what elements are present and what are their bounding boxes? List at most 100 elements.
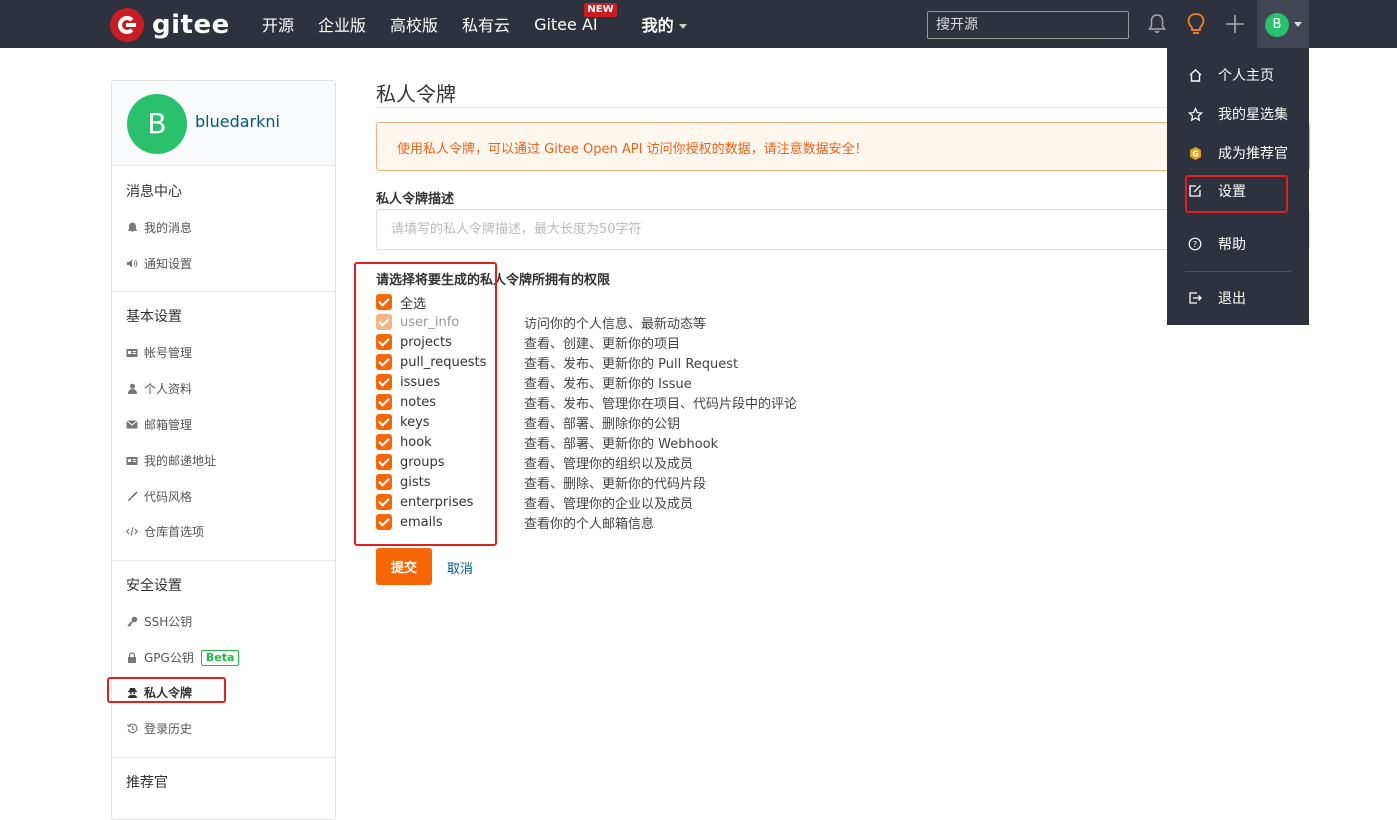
chevron-down-icon	[678, 24, 687, 29]
menu-item-label: 个人主页	[1218, 68, 1274, 84]
section-title-messages: 消息中心	[126, 184, 182, 200]
chevron-down-icon	[1294, 22, 1302, 27]
sidebar-item-account[interactable]: 帐号管理	[126, 344, 192, 361]
logo-text: gitee	[152, 10, 230, 40]
permission-description: 查看、发布、管理你在项目、代码片段中的评论	[524, 396, 798, 412]
permission-description: 查看、部署、更新你的 Webhook	[524, 436, 719, 452]
svg-text:G: G	[1192, 149, 1199, 158]
sidebar-item-login-history[interactable]: 登录历史	[126, 720, 192, 737]
nav-mine[interactable]: 我的	[642, 12, 687, 36]
permission-description: 查看、管理你的组织以及成员	[524, 456, 694, 472]
nav-private-cloud[interactable]: 私有云	[462, 12, 510, 36]
sidebar-item-label: 我的邮递地址	[144, 454, 217, 468]
submit-button[interactable]: 提交	[376, 548, 432, 585]
menu-item-recommender[interactable]: G 成为推荐官	[1167, 135, 1309, 171]
permission-description: 查看、创建、更新你的项目	[524, 336, 681, 352]
sidebar-item-label: 登录历史	[144, 722, 193, 736]
key-icon	[126, 616, 138, 628]
history-icon	[126, 723, 138, 735]
sidebar-item-email[interactable]: 邮箱管理	[126, 416, 192, 433]
menu-item-label: 我的星选集	[1218, 107, 1288, 123]
search-input[interactable]	[927, 11, 1129, 39]
user-icon	[126, 383, 138, 395]
permission-description: 查看、发布、更新你的 Pull Request	[524, 356, 739, 372]
page-title: 私人令牌	[376, 82, 456, 106]
gitee-logo[interactable]: gitee	[110, 8, 230, 42]
svg-text:?: ?	[1193, 240, 1197, 249]
permission-description: 查看、删除、更新你的代码片段	[524, 476, 707, 492]
speaker-icon	[126, 258, 138, 270]
bell-icon[interactable]	[1147, 13, 1167, 35]
menu-item-starred[interactable]: 我的星选集	[1167, 96, 1309, 132]
sidebar-item-label: GPG公钥	[144, 651, 194, 665]
mail-icon	[126, 419, 138, 431]
permission-description: 查看、部署、删除你的公钥	[524, 416, 681, 432]
nav-enterprise[interactable]: 企业版	[318, 12, 366, 36]
menu-item-help[interactable]: ? 帮助	[1167, 226, 1309, 262]
top-navbar: gitee 开源 企业版 高校版 私有云 Gitee AI NEW 我的 B	[0, 0, 1397, 48]
avatar: B	[1265, 13, 1289, 37]
nav-gitee-ai[interactable]: Gitee AI NEW	[534, 2, 617, 34]
sidebar-item-code-style[interactable]: 代码风格	[126, 488, 192, 505]
code-icon	[126, 526, 138, 538]
star-icon	[1187, 106, 1203, 122]
permission-description: 查看、管理你的企业以及成员	[524, 496, 694, 512]
gitee-logo-icon	[110, 8, 144, 42]
sidebar-item-profile[interactable]: 个人资料	[126, 380, 192, 397]
permission-description: 查看你的个人邮箱信息	[524, 516, 655, 532]
sidebar-item-label: 个人资料	[144, 382, 193, 396]
profile-card: B bluedarkni	[112, 81, 335, 166]
sidebar-item-gpg-keys[interactable]: GPG公钥 Beta	[126, 649, 240, 666]
sidebar-item-label: 仓库首选项	[144, 525, 205, 539]
sidebar-divider	[112, 560, 335, 561]
lock-icon	[126, 652, 138, 664]
sidebar-item-notification-settings[interactable]: 通知设置	[126, 255, 192, 272]
menu-item-label: 退出	[1218, 291, 1246, 307]
sidebar-item-my-messages[interactable]: 我的消息	[126, 219, 192, 236]
logout-icon	[1187, 290, 1203, 306]
sidebar-item-ssh-keys[interactable]: SSH公钥	[126, 613, 192, 630]
bell-icon	[126, 222, 138, 234]
sidebar-item-label: 帐号管理	[144, 346, 193, 360]
gitee-badge-icon: G	[1187, 145, 1203, 161]
plus-icon[interactable]	[1224, 13, 1246, 35]
token-description-label: 私人令牌描述	[376, 192, 455, 207]
menu-item-label: 帮助	[1218, 237, 1246, 253]
sidebar-divider	[112, 757, 335, 758]
nav-opensource[interactable]: 开源	[262, 12, 294, 36]
new-badge: NEW	[584, 2, 617, 17]
permission-description: 访问你的个人信息、最新动态等	[524, 316, 707, 332]
sidebar-divider	[112, 291, 335, 292]
nav-education[interactable]: 高校版	[390, 12, 438, 36]
username-link[interactable]: bluedarkni	[195, 112, 280, 131]
highlight-box-private-tokens	[107, 677, 226, 703]
section-title-basic: 基本设置	[126, 309, 182, 325]
section-title-recommender: 推荐官	[126, 775, 168, 791]
cancel-link[interactable]: 取消	[447, 558, 473, 577]
help-icon: ?	[1187, 236, 1203, 252]
sidebar-item-label: 我的消息	[144, 221, 193, 235]
nav-mine-label: 我的	[641, 16, 674, 35]
sidebar-item-label: 代码风格	[144, 490, 193, 504]
beta-badge: Beta	[200, 649, 240, 666]
settings-sidebar: B bluedarkni 消息中心 我的消息 通知设置 基本设置 帐号管理 个人…	[111, 80, 336, 820]
main-nav: 开源 企业版 高校版 私有云 Gitee AI NEW 我的	[262, 0, 711, 48]
sidebar-item-label: 邮箱管理	[144, 418, 193, 432]
sidebar-item-label: SSH公钥	[144, 615, 193, 629]
menu-item-label: 成为推荐官	[1218, 146, 1288, 162]
id-card-icon	[126, 347, 138, 359]
user-menu-button[interactable]: B	[1257, 0, 1309, 48]
section-title-security: 安全设置	[126, 578, 182, 594]
brush-icon	[126, 491, 138, 503]
address-card-icon	[126, 455, 138, 467]
avatar[interactable]: B	[127, 94, 187, 154]
sidebar-item-label: 通知设置	[144, 257, 193, 271]
sidebar-item-repo-preferences[interactable]: 仓库首选项	[126, 523, 204, 540]
nav-gitee-ai-label: Gitee AI	[534, 14, 598, 34]
menu-item-homepage[interactable]: 个人主页	[1167, 57, 1309, 93]
highlight-box-permissions	[354, 262, 497, 546]
highlight-box-settings	[1185, 175, 1288, 213]
sidebar-item-address[interactable]: 我的邮递地址	[126, 452, 216, 469]
menu-item-logout[interactable]: 退出	[1167, 280, 1309, 316]
lightbulb-icon[interactable]	[1185, 12, 1207, 36]
